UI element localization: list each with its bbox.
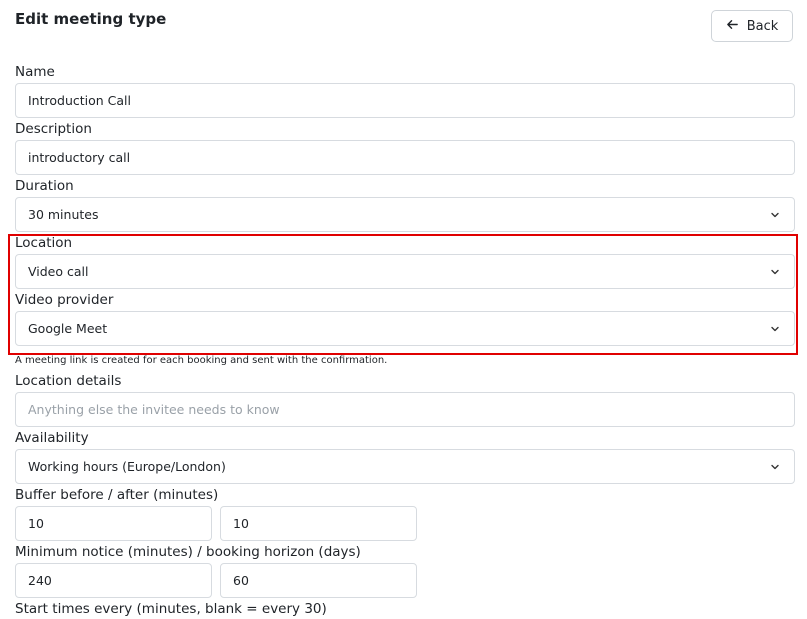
location-details-placeholder: Anything else the invitee needs to know xyxy=(28,402,280,417)
minimum-notice-value: 240 xyxy=(28,573,52,588)
duration-select[interactable]: 30 minutes xyxy=(15,197,795,232)
location-select[interactable]: Video call xyxy=(15,254,795,289)
booking-horizon-value: 60 xyxy=(233,573,249,588)
start-times-label: Start times every (minutes, blank = ever… xyxy=(15,601,327,617)
name-label: Name xyxy=(15,64,55,80)
video-provider-help: A meeting link is created for each booki… xyxy=(15,355,388,366)
availability-label: Availability xyxy=(15,430,89,446)
chevron-down-icon xyxy=(771,326,779,331)
chevron-down-icon xyxy=(771,269,779,274)
notice-label: Minimum notice (minutes) / booking horiz… xyxy=(15,544,361,560)
buffer-before-value: 10 xyxy=(28,516,44,531)
location-label: Location xyxy=(15,235,73,251)
name-field[interactable]: Introduction Call xyxy=(15,83,795,118)
availability-value: Working hours (Europe/London) xyxy=(28,459,226,474)
chevron-down-icon xyxy=(771,212,779,217)
video-provider-label: Video provider xyxy=(15,292,114,308)
location-value: Video call xyxy=(28,264,89,279)
description-field[interactable]: introductory call xyxy=(15,140,795,175)
chevron-down-icon xyxy=(771,464,779,469)
location-details-label: Location details xyxy=(15,373,122,389)
buffer-after-input[interactable]: 10 xyxy=(220,506,417,541)
booking-horizon-input[interactable]: 60 xyxy=(220,563,417,598)
buffer-after-value: 10 xyxy=(233,516,249,531)
name-value: Introduction Call xyxy=(28,93,132,108)
back-button[interactable]: Back xyxy=(711,10,793,42)
video-provider-select[interactable]: Google Meet xyxy=(15,311,795,346)
availability-select[interactable]: Working hours (Europe/London) xyxy=(15,449,795,484)
duration-label: Duration xyxy=(15,178,74,194)
back-button-label: Back xyxy=(746,18,779,34)
arrow-left-icon xyxy=(726,18,739,35)
description-value: introductory call xyxy=(28,150,131,165)
duration-value: 30 minutes xyxy=(28,207,99,222)
video-provider-value: Google Meet xyxy=(28,321,108,336)
buffer-label: Buffer before / after (minutes) xyxy=(15,487,219,503)
buffer-before-input[interactable]: 10 xyxy=(15,506,212,541)
location-details-input[interactable]: Anything else the invitee needs to know xyxy=(15,392,795,427)
minimum-notice-input[interactable]: 240 xyxy=(15,563,212,598)
page-title: Edit meeting type xyxy=(15,10,167,28)
description-label: Description xyxy=(15,121,92,137)
